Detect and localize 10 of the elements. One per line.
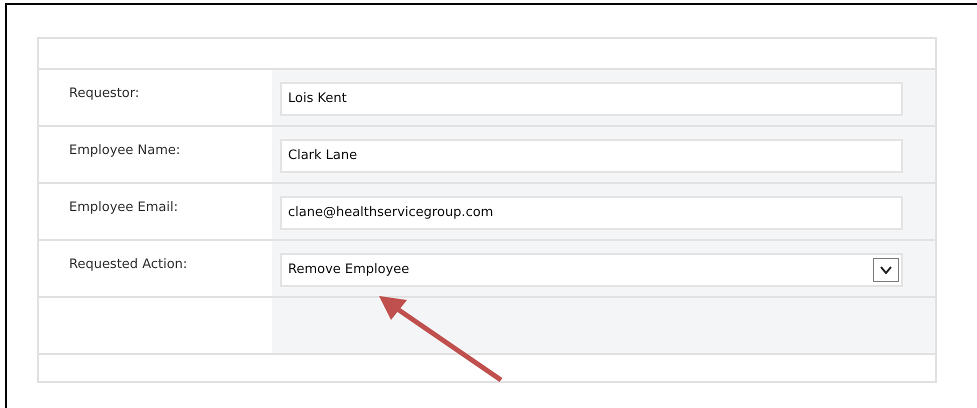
input-field[interactable]: clane@healthservicegroup.com xyxy=(280,196,903,230)
field-label: Requested Action: xyxy=(69,257,188,272)
field-label: Employee Email: xyxy=(69,200,178,215)
input-field[interactable]: Clark Lane xyxy=(280,139,903,173)
chevron-down-icon xyxy=(880,266,892,274)
field-label: Employee Name: xyxy=(69,143,180,158)
dropdown-button[interactable] xyxy=(873,258,899,282)
dropdown-field[interactable]: Remove Employee xyxy=(280,253,903,287)
input-field[interactable]: Lois Kent xyxy=(280,82,903,116)
field-label: Requestor: xyxy=(69,86,140,101)
